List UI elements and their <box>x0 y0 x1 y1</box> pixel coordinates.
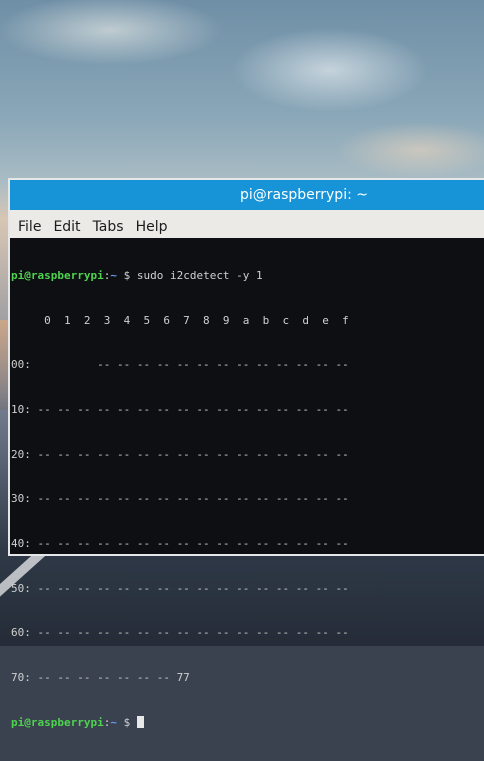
output-line: 0 1 2 3 4 5 6 7 8 9 a b c d e f <box>11 313 349 327</box>
menu-file[interactable]: File <box>18 219 41 235</box>
output-line: 40: -- -- -- -- -- -- -- -- -- -- -- -- … <box>11 537 349 551</box>
current-prompt-line[interactable]: pi@raspberrypi:~ $ <box>11 715 484 731</box>
prompt-separator: : <box>103 715 111 729</box>
menu-help[interactable]: Help <box>136 219 168 235</box>
output-line: 70: -- -- -- -- -- -- -- 77 <box>11 671 190 685</box>
output-line: 60: -- -- -- -- -- -- -- -- -- -- -- -- … <box>11 626 349 640</box>
window-titlebar[interactable]: pi@raspberrypi: ~ <box>10 180 484 210</box>
output-line: 30: -- -- -- -- -- -- -- -- -- -- -- -- … <box>11 492 349 506</box>
menu-bar: File Edit Tabs Help <box>10 210 484 238</box>
command-line: pi@raspberrypi:~ $ sudo i2cdetect -y 1 <box>11 269 484 284</box>
output-line: 00: -- -- -- -- -- -- -- -- -- -- -- -- … <box>11 358 349 372</box>
window-title: pi@raspberrypi: ~ <box>239 187 368 203</box>
command-text: sudo i2cdetect -y 1 <box>136 268 263 282</box>
menu-tabs[interactable]: Tabs <box>93 219 124 235</box>
prompt-symbol: $ <box>116 715 137 729</box>
prompt-user: pi@raspberrypi <box>11 715 104 729</box>
terminal-output-area[interactable]: pi@raspberrypi:~ $ sudo i2cdetect -y 1 0… <box>10 238 484 761</box>
prompt-path: ~ <box>110 715 117 729</box>
text-cursor <box>136 715 144 728</box>
menu-edit[interactable]: Edit <box>53 219 80 235</box>
output-line: 20: -- -- -- -- -- -- -- -- -- -- -- -- … <box>11 447 349 461</box>
prompt-user: pi@raspberrypi <box>11 268 104 282</box>
prompt-path: ~ <box>110 268 117 282</box>
prompt-symbol: $ <box>116 268 137 282</box>
terminal-window[interactable]: pi@raspberrypi: ~ File Edit Tabs Help pi… <box>8 178 484 729</box>
output-line: 10: -- -- -- -- -- -- -- -- -- -- -- -- … <box>11 402 349 416</box>
output-line: 50: -- -- -- -- -- -- -- -- -- -- -- -- … <box>11 581 349 595</box>
